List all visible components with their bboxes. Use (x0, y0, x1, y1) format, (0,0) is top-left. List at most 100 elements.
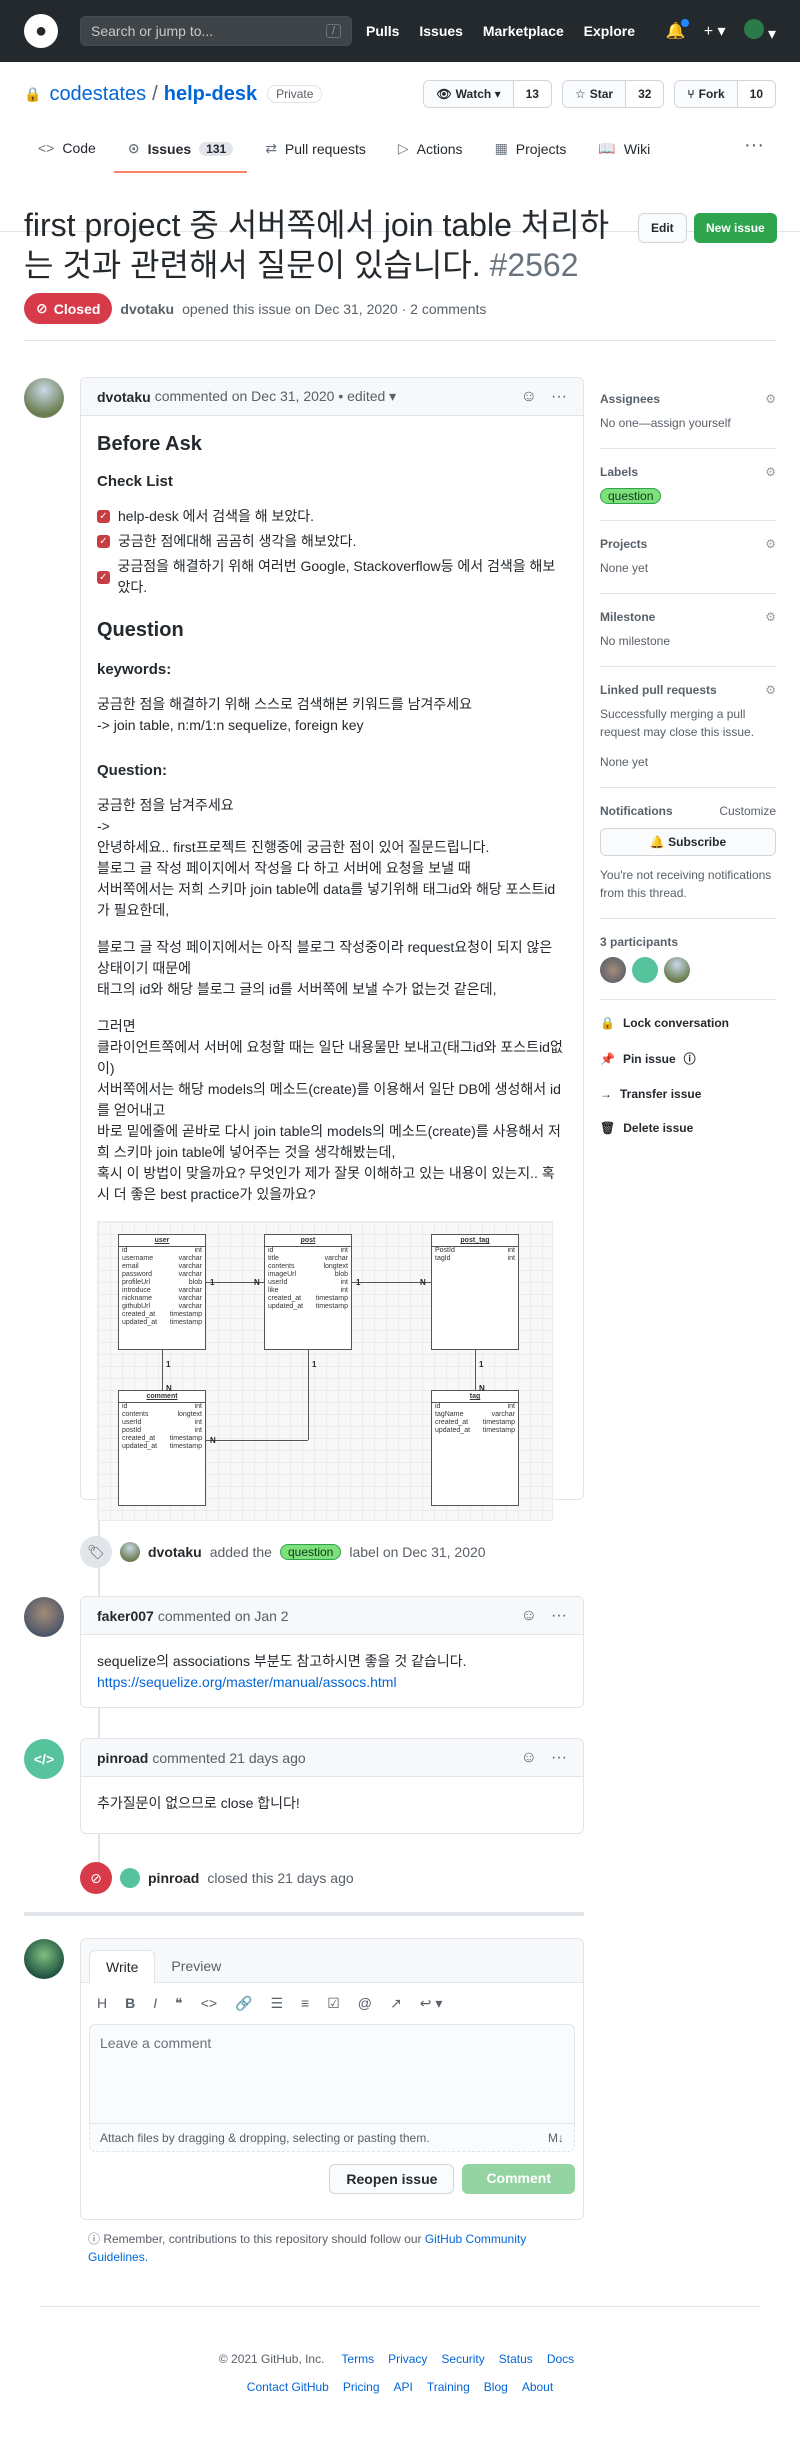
tab-code[interactable]: <> Code (24, 134, 110, 170)
delete-issue-button[interactable]: 🗑 Delete issue (600, 1121, 776, 1135)
gear-icon[interactable]: ⚙ (765, 610, 776, 624)
transfer-issue-button[interactable]: → Transfer issue (600, 1087, 776, 1101)
footer-link[interactable]: Training (427, 2380, 470, 2394)
gear-icon[interactable]: ⚙ (765, 465, 776, 479)
comment-author[interactable]: pinroad (97, 1750, 148, 1766)
footer-link[interactable]: Docs (547, 2352, 574, 2366)
footer-link[interactable]: About (522, 2380, 553, 2394)
code-icon[interactable]: <> (201, 1995, 217, 2012)
smiley-icon[interactable]: ☺ (521, 1749, 537, 1767)
checkbox-icon[interactable]: ✓ (97, 510, 110, 523)
footer-link[interactable]: API (394, 2380, 413, 2394)
new-issue-button[interactable]: New issue (694, 213, 777, 243)
numbered-list-icon[interactable]: ≡ (301, 1995, 309, 2012)
repo-owner-link[interactable]: codestates (49, 83, 146, 106)
avatar[interactable] (600, 957, 626, 983)
labels-heading[interactable]: Labels (600, 465, 638, 479)
comment-meta[interactable]: commented on Dec 31, 2020 • edited ▾ (155, 388, 397, 405)
kebab-icon[interactable]: ··· (551, 1607, 567, 1625)
avatar[interactable] (120, 1542, 140, 1562)
plus-icon[interactable]: + ▾ (704, 21, 726, 41)
task-item[interactable]: ✓ 궁금한 점에대해 곰곰히 생각을 해보았다. (97, 531, 567, 552)
label-question[interactable]: question (279, 1544, 342, 1560)
linked-heading[interactable]: Linked pull requests (600, 683, 717, 697)
gear-icon[interactable]: ⚙ (765, 392, 776, 406)
assignees-heading[interactable]: Assignees (600, 392, 660, 406)
edit-button[interactable]: Edit (638, 213, 687, 243)
nav-explore[interactable]: Explore (584, 23, 635, 39)
smiley-icon[interactable]: ☺ (521, 1607, 537, 1625)
customize-link[interactable]: Customize (719, 804, 776, 818)
fork-button[interactable]: ⑂ Fork 10 (674, 80, 776, 108)
heading-icon[interactable]: H (97, 1995, 107, 2012)
reference-icon[interactable]: ↗ (390, 1995, 402, 2012)
subscribe-button[interactable]: 🔔 Subscribe (600, 828, 776, 856)
italic-icon[interactable]: I (153, 1995, 157, 2012)
github-logo-icon[interactable]: ● (24, 14, 58, 48)
comment-meta[interactable]: commented on Jan 2 (158, 1608, 289, 1624)
attach-bar[interactable]: Attach files by dragging & dropping, sel… (89, 2124, 575, 2152)
star-button[interactable]: ☆ Star 32 (561, 80, 665, 108)
comment-author[interactable]: dvotaku (97, 389, 151, 405)
footer-link[interactable]: Blog (484, 2380, 508, 2394)
checkbox-icon[interactable]: ✓ (97, 535, 110, 548)
label-question[interactable]: question (600, 488, 662, 504)
mention-icon[interactable]: @ (358, 1995, 372, 2012)
footer-link[interactable]: Pricing (343, 2380, 380, 2394)
checkbox-icon[interactable]: ✓ (97, 570, 110, 584)
event-author[interactable]: dvotaku (148, 1544, 202, 1560)
footer-link[interactable]: Security (441, 2352, 484, 2366)
footer-link[interactable]: Contact GitHub (247, 2380, 329, 2394)
watch-button[interactable]: 👁 Watch ▾ 13 (423, 80, 552, 108)
footer-link[interactable]: Terms (341, 2352, 374, 2366)
kebab-icon[interactable]: ··· (551, 1749, 567, 1767)
tab-preview[interactable]: Preview (155, 1950, 237, 1982)
fork-count[interactable]: 10 (736, 81, 775, 107)
reply-icon[interactable]: ↩ ▾ (420, 1995, 443, 2012)
watch-count[interactable]: 13 (512, 81, 551, 107)
sequelize-link[interactable]: https://sequelize.org/master/manual/asso… (97, 1674, 397, 1690)
tab-write[interactable]: Write (89, 1950, 156, 1983)
event-author[interactable]: pinroad (148, 1870, 199, 1886)
avatar[interactable] (24, 378, 64, 418)
task-item[interactable]: ✓ help-desk 에서 검색을 해 보았다. (97, 506, 567, 527)
tab-actions[interactable]: ▷ Actions (384, 134, 477, 171)
reopen-button[interactable]: Reopen issue (329, 2164, 455, 2194)
gear-icon[interactable]: ⚙ (765, 537, 776, 551)
kebab-icon[interactable]: ··· (551, 388, 567, 406)
avatar[interactable] (632, 957, 658, 983)
issue-author[interactable]: dvotaku (120, 301, 174, 317)
tab-projects[interactable]: ▦ Projects (481, 134, 581, 171)
bullet-list-icon[interactable]: ☰ (270, 1995, 283, 2012)
tab-wiki[interactable]: 📖 Wiki (584, 134, 664, 171)
avatar[interactable] (664, 957, 690, 983)
assignees-value[interactable]: No one—assign yourself (600, 414, 776, 432)
erd-diagram-image[interactable]: user id int username varchar email varchar pass… (97, 1221, 553, 1521)
avatar[interactable] (24, 1939, 64, 1979)
milestone-heading[interactable]: Milestone (600, 610, 655, 624)
comment-author[interactable]: faker007 (97, 1608, 154, 1624)
nav-issues[interactable]: Issues (419, 23, 463, 39)
comment-meta[interactable]: commented 21 days ago (152, 1750, 305, 1766)
comment-textarea[interactable]: Leave a comment (89, 2024, 575, 2124)
smiley-icon[interactable]: ☺ (521, 388, 537, 406)
avatar[interactable] (120, 1868, 140, 1888)
more-icon[interactable]: ··· (732, 134, 776, 157)
avatar-menu[interactable]: ▾ (743, 18, 776, 44)
lock-conversation-button[interactable]: 🔒 Lock conversation (600, 1016, 776, 1030)
repo-name-link[interactable]: help-desk (164, 83, 257, 106)
avatar[interactable]: </> (24, 1739, 64, 1779)
gear-icon[interactable]: ⚙ (765, 683, 776, 697)
comment-button[interactable]: Comment (462, 2164, 575, 2194)
avatar[interactable] (24, 1597, 64, 1637)
search-input[interactable]: Search or jump to... / (80, 16, 352, 46)
task-item[interactable]: ✓ 궁금점을 해결하기 위해 여러번 Google, Stackoverflow등… (97, 556, 567, 598)
pin-issue-button[interactable]: 📌 Pin issue ⓘ (600, 1050, 776, 1067)
footer-link[interactable]: Status (499, 2352, 533, 2366)
task-list-icon[interactable]: ☑ (327, 1995, 340, 2012)
tab-issues[interactable]: ⊙ Issues 131 (113, 134, 248, 173)
quote-icon[interactable]: ❝ (175, 1995, 183, 2012)
bold-icon[interactable]: B (125, 1995, 135, 2012)
bell-icon[interactable]: 🔔 (666, 19, 689, 41)
link-icon[interactable]: 🔗 (235, 1995, 252, 2012)
